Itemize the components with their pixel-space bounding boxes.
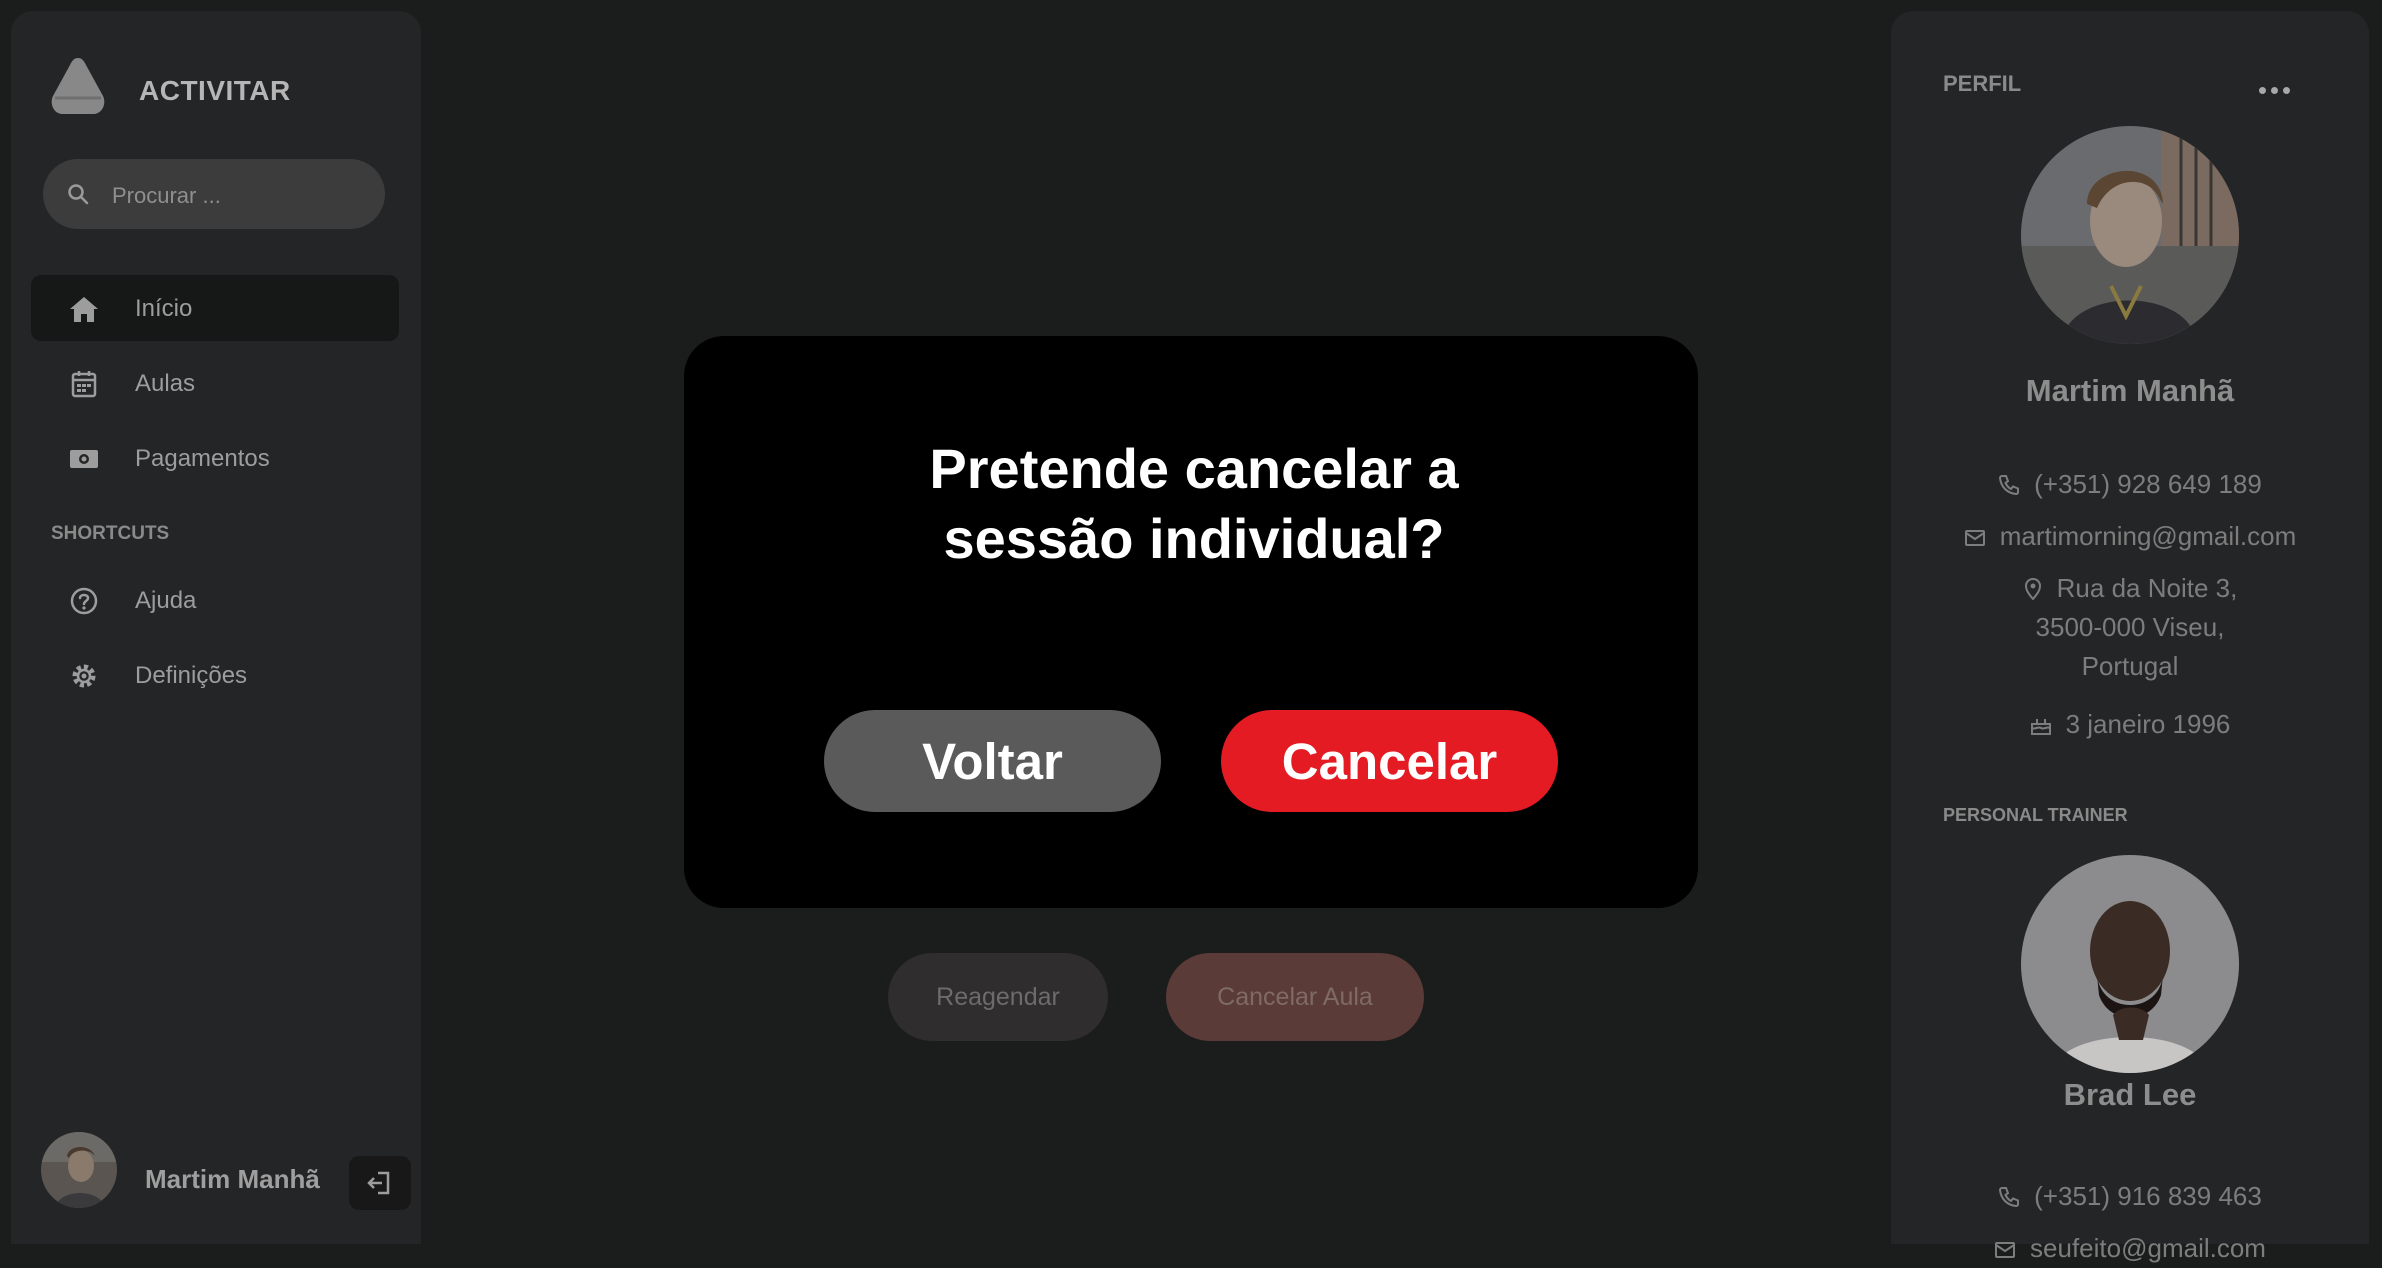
location-pin-icon: [2024, 577, 2041, 601]
shortcuts-heading: SHORTCUTS: [51, 523, 170, 544]
birthday-value: 3 janeiro 1996: [2065, 709, 2231, 739]
sidebar-item-inicio[interactable]: Início: [31, 275, 399, 341]
home-icon: [70, 297, 98, 322]
sidebar-item-label: Aulas: [135, 370, 196, 397]
sidebar: ACTIVITAR Procurar ... Início Aulas Paga…: [11, 11, 421, 1244]
current-user: Martim Manhã: [41, 1132, 411, 1212]
profile-phone: (+351) 928 649 189: [1891, 465, 2369, 504]
trainer-email: seufeito@gmail.com: [1891, 1229, 2369, 1268]
help-icon: [70, 587, 98, 615]
trainer-phone: (+351) 916 839 463: [1891, 1177, 2369, 1216]
user-name: Martim Manhã: [145, 1164, 320, 1194]
trainer-avatar: [2021, 855, 2239, 1073]
profile-panel: PERFIL Martim Manhã (+351) 928 649 189 m…: [1891, 11, 2369, 1263]
search-placeholder: Procurar ...: [112, 183, 221, 208]
phone-icon: [1999, 1187, 2020, 1208]
phone-icon: [1999, 475, 2020, 496]
calendar-icon: [71, 371, 97, 398]
back-button[interactable]: Voltar: [824, 710, 1161, 812]
gear-icon: [72, 664, 96, 688]
profile-avatar: [2021, 126, 2239, 344]
phone-value: (+351) 928 649 189: [2034, 469, 2262, 499]
logout-button[interactable]: [349, 1156, 411, 1210]
address-line-3: Portugal: [2081, 651, 2179, 681]
profile-address: Rua da Noite 3, 3500-000 Viseu, Portugal: [1891, 569, 2369, 686]
sidebar-item-pagamentos[interactable]: Pagamentos: [31, 425, 399, 491]
brand-name: ACTIVITAR: [139, 75, 291, 106]
search-input[interactable]: Procurar ...: [43, 159, 385, 229]
cancel-class-button[interactable]: Cancelar Aula: [1166, 953, 1424, 1041]
sidebar-item-label: Ajuda: [135, 587, 197, 614]
avatar[interactable]: [41, 1132, 117, 1208]
sidebar-item-label: Definições: [135, 662, 248, 689]
dialog-title: Pretende cancelar a sessão individual?: [854, 434, 1534, 574]
activitar-logo-icon[interactable]: [49, 56, 107, 116]
email-value: martimorning@gmail.com: [1999, 521, 2297, 551]
trainer-phone-value: (+351) 916 839 463: [2034, 1181, 2262, 1211]
sidebar-item-label: Pagamentos: [135, 445, 270, 472]
email-icon: [1995, 1242, 2016, 1258]
address-line-1: Rua da Noite 3,: [2056, 573, 2238, 603]
profile-email: martimorning@gmail.com: [1891, 517, 2369, 556]
money-icon: [70, 450, 98, 468]
logout-icon: [367, 1171, 390, 1195]
reschedule-button[interactable]: Reagendar: [888, 953, 1108, 1041]
trainer-email-value: seufeito@gmail.com: [2030, 1233, 2266, 1263]
dialog-title-line-1: Pretende cancelar a: [929, 437, 1459, 500]
cancel-session-dialog: Pretende cancelar a sessão individual? Vo…: [684, 336, 1698, 908]
confirm-cancel-button[interactable]: Cancelar: [1221, 710, 1558, 812]
sidebar-item-aulas[interactable]: Aulas: [31, 350, 399, 416]
trainer-heading: PERSONAL TRAINER: [1943, 805, 2128, 825]
profile-birthday: 3 janeiro 1996: [1891, 705, 2369, 744]
trainer-name: Brad Lee: [2063, 1077, 2197, 1112]
email-icon: [1964, 530, 1985, 546]
profile-name: Martim Manhã: [2025, 373, 2235, 408]
sidebar-item-label: Início: [135, 295, 193, 322]
sidebar-item-definicoes[interactable]: Definições: [31, 642, 399, 708]
search-icon: [68, 184, 89, 205]
profile-heading: PERFIL: [1943, 71, 2022, 96]
dialog-title-line-2: sessão individual?: [943, 507, 1445, 570]
more-options-icon[interactable]: [2259, 81, 2295, 99]
birthday-cake-icon: [2030, 719, 2051, 735]
sidebar-item-ajuda[interactable]: Ajuda: [31, 567, 399, 633]
address-line-2: 3500-000 Viseu,: [2035, 612, 2225, 642]
